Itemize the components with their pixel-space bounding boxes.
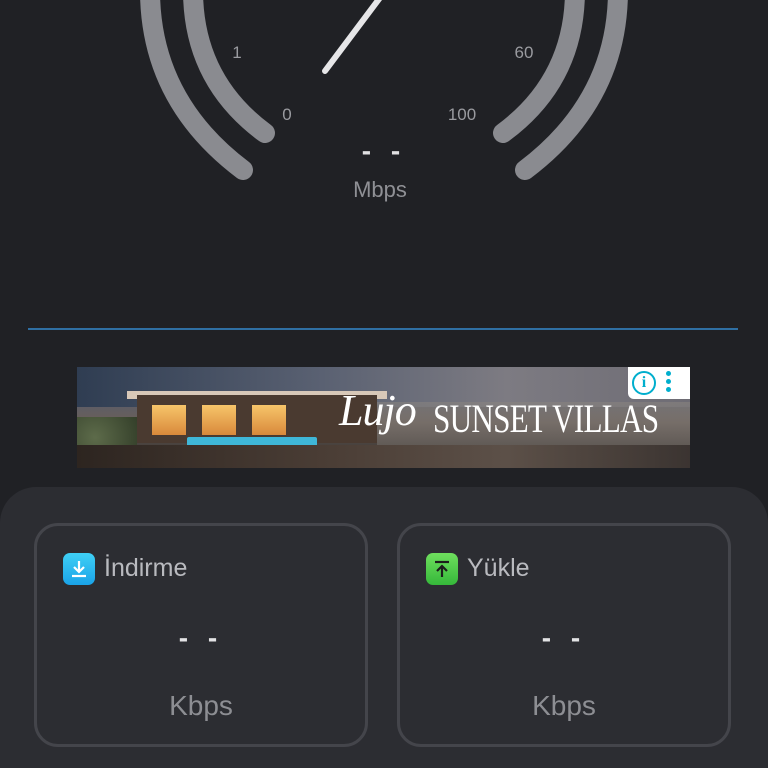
speed-test-screen: 1 60 0 100 - - Mbps Lujo SUNSET VILLAS i	[0, 0, 768, 768]
download-icon	[63, 553, 95, 585]
upload-value: - -	[541, 622, 587, 653]
ad-banner[interactable]: Lujo SUNSET VILLAS i	[77, 367, 690, 468]
gauge-tick-1: 1	[232, 43, 242, 62]
upload-card: Yükle - - Kbps	[397, 523, 731, 747]
download-title: İndirme	[104, 554, 188, 582]
upload-unit: Kbps	[532, 690, 596, 721]
download-card: İndirme - - Kbps	[34, 523, 368, 747]
ad-ground	[77, 445, 690, 468]
upload-icon	[426, 553, 458, 585]
gauge-tick-0: 0	[282, 105, 292, 124]
speed-gauge: 1 60 0 100 - - Mbps	[0, 0, 768, 230]
speed-value: - -	[361, 135, 407, 166]
upload-title: Yükle	[467, 554, 530, 582]
ad-brand-logo: Lujo	[339, 386, 417, 435]
info-icon[interactable]: i	[632, 371, 656, 395]
ad-window	[202, 405, 236, 435]
gauge-needle	[322, 0, 382, 74]
results-panel: İndirme - - Kbps Yükle - - Kbps	[0, 487, 768, 768]
download-value: - -	[178, 622, 224, 653]
divider	[28, 328, 738, 330]
gauge-inner-arc-right	[493, 0, 585, 143]
gauge-tick-60: 60	[514, 43, 534, 62]
download-unit: Kbps	[169, 690, 233, 721]
gauge-tick-100: 100	[447, 105, 477, 124]
ad-window	[152, 405, 186, 435]
speed-unit: Mbps	[353, 177, 407, 202]
ad-window	[252, 405, 286, 435]
ad-choices[interactable]: i	[628, 367, 690, 399]
more-vertical-icon[interactable]	[666, 371, 672, 395]
ad-headline: SUNSET VILLAS	[433, 396, 659, 441]
gauge-inner-arc-left	[183, 0, 275, 143]
